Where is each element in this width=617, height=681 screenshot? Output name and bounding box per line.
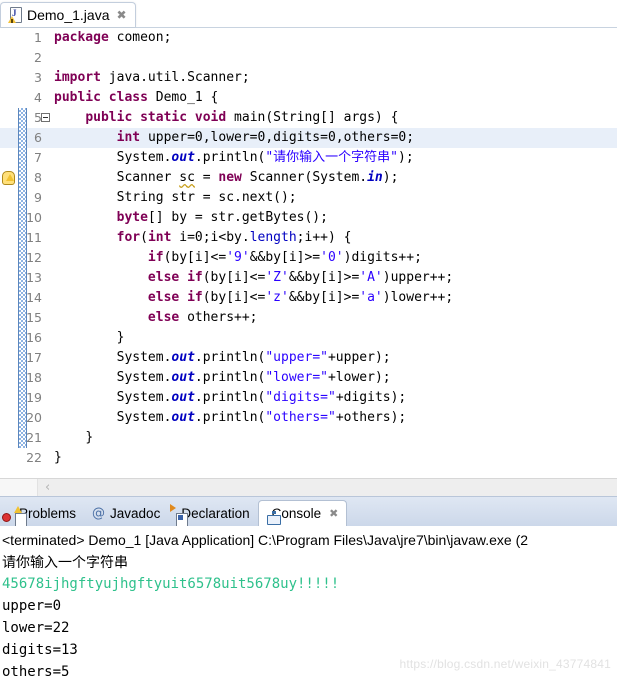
console-line: upper=0 (2, 598, 62, 614)
code-text: int upper=0,lower=0,digits=0,others=0; (116, 130, 415, 145)
code-text: else others++; (147, 310, 258, 325)
fold-region-bar (18, 128, 27, 148)
code-line[interactable]: 5 public static void main(String[] args)… (0, 108, 617, 128)
code-text: } (85, 430, 94, 445)
console-line: 45678ijhgftyujhgftyuit6578uit5678uy!!!!! (2, 576, 340, 592)
warning-triangle-icon (6, 174, 14, 181)
code-line[interactable]: 22} (0, 448, 617, 468)
view-tab-javadoc[interactable]: @ Javadoc (84, 500, 168, 526)
view-tab-label: Problems (19, 505, 77, 521)
console-line: 请你输入一个字符串 (2, 554, 128, 570)
fold-region-bar (18, 168, 27, 188)
code-line[interactable]: 13 else if(by[i]<='Z'&&by[i]>='A')upper+… (0, 268, 617, 288)
code-line[interactable]: 6 int upper=0,lower=0,digits=0,others=0; (0, 128, 617, 148)
view-tab-label: Javadoc (110, 505, 161, 521)
code-text: Scanner sc = new Scanner(System.in); (116, 170, 399, 185)
code-line[interactable]: 10 byte[] by = str.getBytes(); (0, 208, 617, 228)
close-icon[interactable]: ✖ (117, 9, 127, 21)
fold-region-bar (18, 428, 27, 448)
code-line[interactable]: 7 System.out.println("请你输入一个字符串"); (0, 148, 617, 168)
code-line[interactable]: 15 else others++; (0, 308, 617, 328)
code-text: public class Demo_1 { (54, 90, 219, 105)
fold-region-bar (18, 208, 27, 228)
editor-tab-demo1java[interactable]: J Demo_1.java ✖ (0, 2, 136, 27)
editor-tab-bar: J Demo_1.java ✖ (0, 0, 617, 28)
code-text: import java.util.Scanner; (54, 70, 250, 85)
code-text: } (54, 450, 62, 465)
line-number: 22 (26, 450, 42, 465)
code-text: String str = sc.next(); (116, 190, 297, 205)
fold-region-bar (18, 348, 27, 368)
code-line[interactable]: 9 String str = sc.next(); (0, 188, 617, 208)
code-line[interactable]: 21 } (0, 428, 617, 448)
editor-tab-label: Demo_1.java (27, 7, 110, 23)
chevron-left-icon[interactable]: ‹ (45, 481, 50, 494)
code-text: System.out.println("lower="+lower); (116, 370, 391, 385)
java-file-warning-icon: J (8, 7, 22, 23)
fold-region-bar (18, 248, 27, 268)
editor-horizontal-scrollbar[interactable]: ‹ (0, 478, 617, 496)
fold-region-bar (18, 328, 27, 348)
view-tab-problems[interactable]: Problems (2, 500, 84, 528)
fold-region-bar (18, 148, 27, 168)
code-line[interactable]: 4 public class Demo_1 { (0, 88, 617, 108)
code-text: byte[] by = str.getBytes(); (116, 210, 328, 225)
fold-region-bar (18, 408, 27, 428)
code-line[interactable]: 19 System.out.println("digits="+digits); (0, 388, 617, 408)
code-text: package comeon; (54, 30, 172, 45)
code-line[interactable]: 12 if(by[i]<='9'&&by[i]>='0')digits++; (0, 248, 617, 268)
code-text: System.out.println("others="+others); (116, 410, 407, 425)
fold-region-bar (18, 108, 27, 128)
code-text: if(by[i]<='9'&&by[i]>='0')digits++; (147, 250, 422, 265)
console-line: lower=22 (2, 620, 70, 636)
fold-region-bar (18, 268, 27, 288)
code-editor[interactable]: 1 package comeon; 2 3 import java.util.Scann… (0, 28, 617, 478)
line-number: 4 (34, 90, 42, 105)
code-lines-container: 1 package comeon; 2 3 import java.util.Scann… (0, 28, 617, 468)
fold-region-bar (18, 188, 27, 208)
bottom-view-stack: Problems @ Javadoc Declaration Console ✖ <ter… (0, 496, 617, 679)
code-text: for(int i=0;i<by.length;i++) { (116, 230, 352, 245)
code-text: System.out.println("upper="+upper); (116, 350, 391, 365)
code-line[interactable]: 16 } (0, 328, 617, 348)
scrollbar-corner (0, 479, 38, 496)
code-text: System.out.println("请你输入一个字符串"); (116, 150, 414, 165)
code-text: else if(by[i]<='z'&&by[i]>='a')lower++; (147, 290, 454, 305)
code-line[interactable]: 20 System.out.println("others="+others); (0, 408, 617, 428)
close-icon[interactable]: ✖ (329, 507, 338, 520)
code-text: public static void main(String[] args) { (85, 110, 399, 125)
console-header-line: <terminated> Demo_1 [Java Application] C… (2, 532, 529, 548)
bottom-tab-bar: Problems @ Javadoc Declaration Console ✖ (0, 496, 617, 528)
code-line[interactable]: 11 for(int i=0;i<by.length;i++) { (0, 228, 617, 248)
javadoc-at-icon: @ (92, 506, 106, 521)
view-tab-console[interactable]: Console ✖ (257, 500, 348, 526)
fold-collapse-toggle[interactable] (41, 113, 50, 122)
fold-region-bar (18, 368, 27, 388)
code-line[interactable]: 8 Scanner sc = new Scanner(System.in); (0, 168, 617, 188)
line-number: 1 (34, 30, 42, 45)
console-view[interactable]: <terminated> Demo_1 [Java Application] C… (0, 526, 617, 679)
fold-region-bar (18, 388, 27, 408)
code-line[interactable]: 1 package comeon; (0, 28, 617, 48)
view-tab-declaration[interactable]: Declaration (168, 500, 257, 528)
fold-region-bar (18, 308, 27, 328)
fold-region-bar (18, 228, 27, 248)
fold-region-bar (18, 288, 27, 308)
line-number: 3 (34, 70, 42, 85)
code-line[interactable]: 18 System.out.println("lower="+lower); (0, 368, 617, 388)
code-line[interactable]: 14 else if(by[i]<='z'&&by[i]>='a')lower+… (0, 288, 617, 308)
code-line[interactable]: 2 (0, 48, 617, 68)
code-line[interactable]: 17 System.out.println("upper="+upper); (0, 348, 617, 368)
line-number: 2 (34, 50, 42, 65)
code-line[interactable]: 3 import java.util.Scanner; (0, 68, 617, 88)
code-text: } (116, 330, 125, 345)
code-text: else if(by[i]<='Z'&&by[i]>='A')upper++; (147, 270, 454, 285)
code-text: System.out.println("digits="+digits); (116, 390, 407, 405)
watermark: https://blog.csdn.net/weixin_43774841 (399, 657, 611, 671)
view-tab-label: Declaration (181, 505, 250, 521)
